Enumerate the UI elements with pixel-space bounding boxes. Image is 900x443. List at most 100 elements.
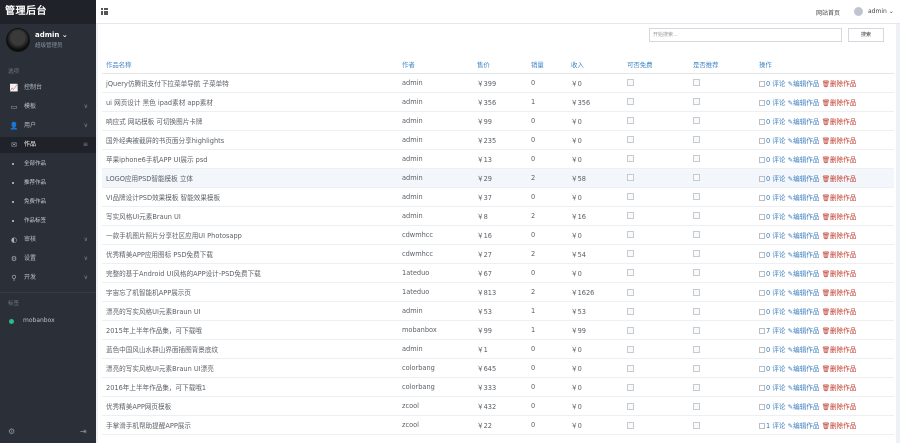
broken-image-icon[interactable]	[693, 421, 700, 429]
broken-image-icon[interactable]	[627, 231, 634, 239]
comment-count[interactable]: 0	[766, 99, 770, 107]
edit-work-link[interactable]: 编辑作品	[793, 270, 819, 278]
broken-image-icon[interactable]	[693, 231, 700, 239]
comment-count[interactable]: 0	[766, 346, 770, 354]
delete-work-link[interactable]: 删除作品	[830, 422, 856, 430]
work-name-cell[interactable]: 漂亮的写实风格UI元素Braun UI漂亮	[102, 358, 398, 379]
comment-count[interactable]: 0	[766, 384, 770, 392]
broken-image-icon[interactable]	[627, 250, 634, 258]
user-name[interactable]: admin ⌄	[35, 31, 68, 39]
work-name-cell[interactable]: 漂亮的写实风格UI元素Braun UI	[102, 301, 398, 322]
edit-work-link[interactable]: 编辑作品	[793, 175, 819, 183]
comment-link[interactable]: 评论	[772, 346, 785, 354]
comment-link[interactable]: 评论	[772, 403, 785, 411]
delete-work-link[interactable]: 删除作品	[830, 213, 856, 221]
broken-image-icon[interactable]	[627, 364, 634, 372]
edit-work-link[interactable]: 编辑作品	[793, 80, 819, 88]
comment-count[interactable]: 0	[766, 365, 770, 373]
col-header-recommend[interactable]: 是否推荐	[689, 56, 755, 74]
work-name-cell[interactable]: 响应式 网站模板 可切换图片卡牌	[102, 111, 398, 131]
comment-count[interactable]: 0	[766, 308, 770, 316]
work-name-cell[interactable]: 优秀精美APP应用图标 PSD免费下载	[102, 244, 398, 264]
sidebar-subitem-tags[interactable]: 作品标签	[0, 213, 96, 229]
delete-work-link[interactable]: 删除作品	[830, 80, 856, 88]
sidebar-subitem-all-works[interactable]: 全部作品	[0, 156, 96, 172]
search-input[interactable]: 开始搜索...	[649, 28, 842, 42]
comment-count[interactable]: 0	[766, 213, 770, 221]
edit-work-link[interactable]: 编辑作品	[793, 213, 819, 221]
sidebar-item-review[interactable]: ◐ 审核 ∨	[0, 232, 96, 248]
work-name-cell[interactable]: 手掌滑手机帮助提醒APP展示	[102, 415, 398, 436]
comment-link[interactable]: 评论	[772, 213, 785, 221]
work-name-cell[interactable]: VI品牌设计PSD效果模板 智能效果模板	[102, 187, 398, 207]
work-name-cell[interactable]: 国外经典被截屏的书页面分享highlights	[102, 130, 398, 150]
comment-link[interactable]: 评论	[772, 289, 785, 297]
topbar-avatar[interactable]	[854, 7, 863, 16]
broken-image-icon[interactable]	[627, 288, 634, 296]
delete-work-link[interactable]: 删除作品	[830, 99, 856, 107]
edit-work-link[interactable]: 编辑作品	[793, 194, 819, 202]
comment-count[interactable]: 0	[766, 403, 770, 411]
work-name-cell[interactable]: 蓝色中国风山水群山界面插图背景底纹	[102, 339, 398, 360]
broken-image-icon[interactable]	[693, 174, 700, 182]
col-header-income[interactable]: 收入	[567, 56, 623, 74]
broken-image-icon[interactable]	[627, 155, 634, 163]
comment-link[interactable]: 评论	[772, 118, 785, 126]
comment-count[interactable]: 0	[766, 175, 770, 183]
broken-image-icon[interactable]	[627, 117, 634, 125]
sidebar-subitem-free[interactable]: 免费作品	[0, 194, 96, 210]
work-name-cell[interactable]: ui 网页设计 黑色 ipad素材 app素材	[102, 92, 398, 112]
delete-work-link[interactable]: 删除作品	[830, 365, 856, 373]
edit-work-link[interactable]: 编辑作品	[793, 156, 819, 164]
edit-work-link[interactable]: 编辑作品	[793, 346, 819, 354]
delete-work-link[interactable]: 删除作品	[830, 156, 856, 164]
work-name-cell[interactable]: jQuery仿腾讯支付下拉菜单导航 子菜单特	[102, 73, 398, 93]
col-header-sales[interactable]: 销量	[527, 56, 567, 74]
edit-work-link[interactable]: 编辑作品	[793, 403, 819, 411]
broken-image-icon[interactable]	[693, 364, 700, 372]
broken-image-icon[interactable]	[627, 421, 634, 429]
edit-work-link[interactable]: 编辑作品	[793, 384, 819, 392]
broken-image-icon[interactable]	[627, 174, 634, 182]
work-name-cell[interactable]: 2016年上半年作品集，可下载哦1	[102, 377, 398, 398]
broken-image-icon[interactable]	[627, 212, 634, 220]
delete-work-link[interactable]: 删除作品	[830, 118, 856, 126]
delete-work-link[interactable]: 删除作品	[830, 346, 856, 354]
broken-image-icon[interactable]	[693, 212, 700, 220]
col-header-author[interactable]: 作者	[398, 56, 473, 74]
broken-image-icon[interactable]	[693, 117, 700, 125]
broken-image-icon[interactable]	[627, 98, 634, 106]
edit-work-link[interactable]: 编辑作品	[793, 118, 819, 126]
comment-count[interactable]: 0	[766, 270, 770, 278]
broken-image-icon[interactable]	[693, 345, 700, 353]
comment-link[interactable]: 评论	[772, 232, 785, 240]
comment-link[interactable]: 评论	[772, 365, 785, 373]
comment-link[interactable]: 评论	[772, 137, 785, 145]
broken-image-icon[interactable]	[693, 307, 700, 315]
delete-work-link[interactable]: 删除作品	[830, 327, 856, 335]
work-name-cell[interactable]: 写实风格UI元素Braun UI	[102, 206, 398, 226]
sidebar-tag-mobanbox[interactable]: mobanbox	[0, 313, 96, 329]
sidebar-item-templates[interactable]: ▭ 模板 ∨	[0, 99, 96, 115]
broken-image-icon[interactable]	[627, 79, 634, 87]
sidebar-item-develop[interactable]: ⚲ 开发 ∨	[0, 270, 96, 286]
broken-image-icon[interactable]	[693, 250, 700, 258]
comment-link[interactable]: 评论	[772, 384, 785, 392]
delete-work-link[interactable]: 删除作品	[830, 251, 856, 259]
comment-link[interactable]: 评论	[772, 99, 785, 107]
delete-work-link[interactable]: 删除作品	[830, 232, 856, 240]
broken-image-icon[interactable]	[627, 136, 634, 144]
sidebar-item-users[interactable]: 👤 用户 ∨	[0, 118, 96, 134]
delete-work-link[interactable]: 删除作品	[830, 403, 856, 411]
edit-work-link[interactable]: 编辑作品	[793, 289, 819, 297]
edit-work-link[interactable]: 编辑作品	[793, 308, 819, 316]
broken-image-icon[interactable]	[693, 269, 700, 277]
edit-work-link[interactable]: 编辑作品	[793, 422, 819, 430]
sidebar-item-works[interactable]: ✉ 作品 ≡	[0, 137, 96, 153]
broken-image-icon[interactable]	[627, 326, 634, 334]
edit-work-link[interactable]: 编辑作品	[793, 365, 819, 373]
comment-link[interactable]: 评论	[772, 156, 785, 164]
comment-count[interactable]: 0	[766, 137, 770, 145]
broken-image-icon[interactable]	[627, 402, 634, 410]
broken-image-icon[interactable]	[627, 307, 634, 315]
